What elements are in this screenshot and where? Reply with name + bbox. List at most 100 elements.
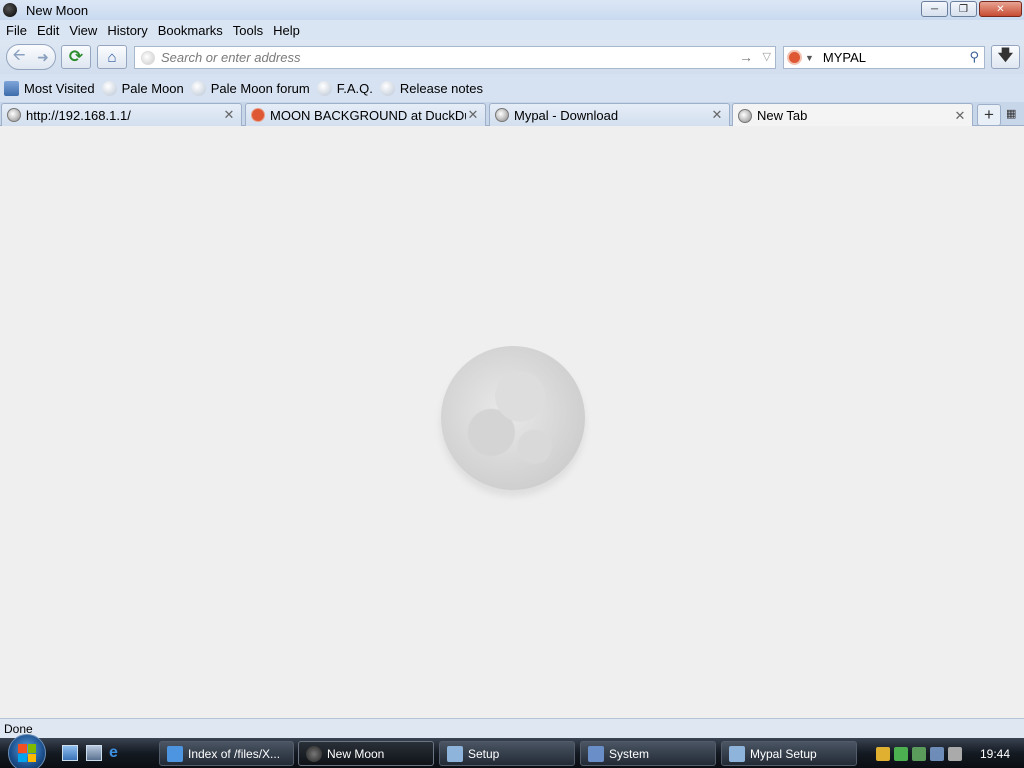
back-button[interactable]: 🡨 — [7, 45, 31, 69]
page-identity-icon[interactable] — [141, 50, 155, 65]
taskbar-item-index[interactable]: Index of /files/X... — [159, 741, 294, 766]
setup-icon — [447, 745, 463, 762]
address-bar[interactable]: → ▽ — [134, 46, 776, 69]
tab-close-button[interactable]: ✕ — [466, 107, 480, 123]
window-title: New Moon — [26, 2, 89, 18]
globe-icon — [495, 108, 509, 122]
downloads-button[interactable]: 🡇 — [991, 45, 1020, 69]
globe-icon — [738, 108, 752, 123]
home-button[interactable]: ⌂ — [97, 45, 127, 69]
duckduckgo-icon — [251, 108, 265, 122]
tab-label: New Tab — [757, 108, 808, 123]
taskbar-item-setup[interactable]: Setup — [439, 741, 575, 766]
bookmark-label: Pale Moon — [121, 80, 184, 96]
app-tray-icon[interactable] — [912, 746, 926, 761]
tab-duckduckgo[interactable]: MOON BACKGROUND at DuckDuck... ✕ — [245, 103, 486, 126]
task-label: Mypal Setup — [750, 746, 817, 761]
duckduckgo-icon[interactable] — [787, 50, 802, 65]
restore-button[interactable]: ❐ — [950, 1, 977, 17]
taskbar-item-system[interactable]: System — [580, 741, 716, 766]
moon-app-icon — [306, 745, 322, 762]
tab-close-button[interactable]: ✕ — [710, 107, 724, 123]
windows-taskbar: e Index of /files/X... New Moon Setup Sy… — [0, 734, 1024, 768]
reload-icon: ⟳ — [68, 47, 84, 66]
search-bar[interactable]: ▼ ⚲ — [783, 46, 985, 69]
bookmark-label: Release notes — [399, 80, 483, 96]
search-engine-dropdown-icon[interactable]: ▼ — [805, 53, 814, 63]
bookmark-pale-moon-forum[interactable]: Pale Moon forum — [190, 80, 310, 96]
moon-icon — [379, 80, 395, 96]
forward-arrow-icon: ➜ — [37, 48, 49, 65]
tab-groups-icon[interactable]: ▦ — [1006, 107, 1020, 121]
bookmarks-toolbar: Most Visited Pale Moon Pale Moon forum F… — [0, 74, 1024, 102]
close-window-button[interactable]: ✕ — [979, 1, 1022, 17]
menu-tools[interactable]: Tools — [228, 23, 268, 38]
window-controls: ─ ❐ ✕ — [921, 1, 1022, 17]
tab-label: MOON BACKGROUND at DuckDuck... — [270, 107, 466, 123]
moon-app-icon[interactable] — [3, 3, 17, 17]
download-arrow-icon: 🡇 — [997, 46, 1014, 64]
moon-icon — [190, 80, 206, 96]
task-label: New Moon — [327, 746, 385, 761]
minimize-button[interactable]: ─ — [921, 1, 948, 17]
check-icon[interactable] — [894, 746, 908, 761]
home-icon: ⌂ — [107, 48, 117, 66]
switch-windows-icon[interactable] — [86, 745, 102, 761]
tab-mypal-download[interactable]: Mypal - Download ✕ — [489, 103, 730, 126]
bookmark-most-visited[interactable]: Most Visited — [4, 80, 95, 96]
search-icon[interactable]: ⚲ — [969, 49, 979, 65]
task-label: Setup — [468, 746, 500, 761]
task-label: System — [609, 746, 650, 761]
back-arrow-icon: 🡨 — [12, 46, 26, 64]
bookmark-label: Most Visited — [24, 80, 95, 96]
url-history-dropdown-icon[interactable]: ▽ — [763, 50, 771, 63]
plus-icon: + — [984, 105, 994, 124]
network-icon[interactable] — [930, 746, 944, 761]
windows-logo-icon — [18, 744, 36, 762]
setup-icon — [729, 745, 745, 762]
bookmark-label: F.A.Q. — [336, 80, 373, 96]
status-bar: Done — [0, 718, 1024, 738]
menu-view[interactable]: View — [64, 23, 102, 38]
moon-icon — [101, 80, 117, 96]
tab-label: Mypal - Download — [514, 107, 619, 123]
tab-router[interactable]: http://192.168.1.1/ ✕ — [1, 103, 242, 126]
tab-close-button[interactable]: ✕ — [953, 108, 967, 124]
clock[interactable]: 19:44 — [980, 747, 1010, 761]
start-button[interactable] — [8, 734, 46, 768]
menu-history[interactable]: History — [102, 23, 152, 38]
tab-new-tab[interactable]: New Tab ✕ — [732, 103, 973, 127]
security-shield-icon[interactable] — [876, 746, 890, 761]
go-arrow-icon[interactable]: → — [739, 49, 753, 65]
address-input[interactable] — [161, 50, 741, 65]
forward-button[interactable]: ➜ — [33, 45, 53, 69]
globe-icon — [7, 108, 21, 122]
bookmark-label: Pale Moon forum — [210, 80, 310, 96]
menu-bar: File Edit View History Bookmarks Tools H… — [0, 20, 1024, 40]
system-icon — [588, 745, 604, 762]
menu-help[interactable]: Help — [268, 23, 305, 38]
system-tray: 19:44 — [872, 741, 1024, 766]
menu-file[interactable]: File — [0, 23, 32, 38]
tab-bar: http://192.168.1.1/ ✕ MOON BACKGROUND at… — [0, 102, 1024, 127]
task-label: Index of /files/X... — [188, 746, 281, 761]
taskbar-item-mypal-setup[interactable]: Mypal Setup — [721, 741, 857, 766]
volume-muted-icon[interactable] — [948, 746, 962, 761]
show-desktop-icon[interactable] — [62, 745, 78, 761]
menu-edit[interactable]: Edit — [32, 23, 64, 38]
search-input[interactable] — [822, 50, 963, 65]
taskbar-item-new-moon[interactable]: New Moon — [298, 741, 434, 766]
reload-button[interactable]: ⟳ — [61, 45, 91, 69]
new-tab-page — [0, 126, 1024, 718]
menu-bookmarks[interactable]: Bookmarks — [153, 23, 228, 38]
title-bar: New Moon ─ ❐ ✕ — [0, 0, 1024, 20]
bookmark-pale-moon[interactable]: Pale Moon — [101, 80, 184, 96]
bookmark-faq[interactable]: F.A.Q. — [316, 80, 373, 96]
moon-icon — [316, 80, 332, 96]
tab-close-button[interactable]: ✕ — [222, 107, 236, 123]
moon-logo-image — [441, 346, 585, 490]
internet-explorer-icon — [167, 745, 183, 762]
internet-explorer-icon[interactable]: e — [109, 745, 125, 761]
new-tab-button[interactable]: + — [977, 104, 1001, 126]
bookmark-release-notes[interactable]: Release notes — [379, 80, 483, 96]
